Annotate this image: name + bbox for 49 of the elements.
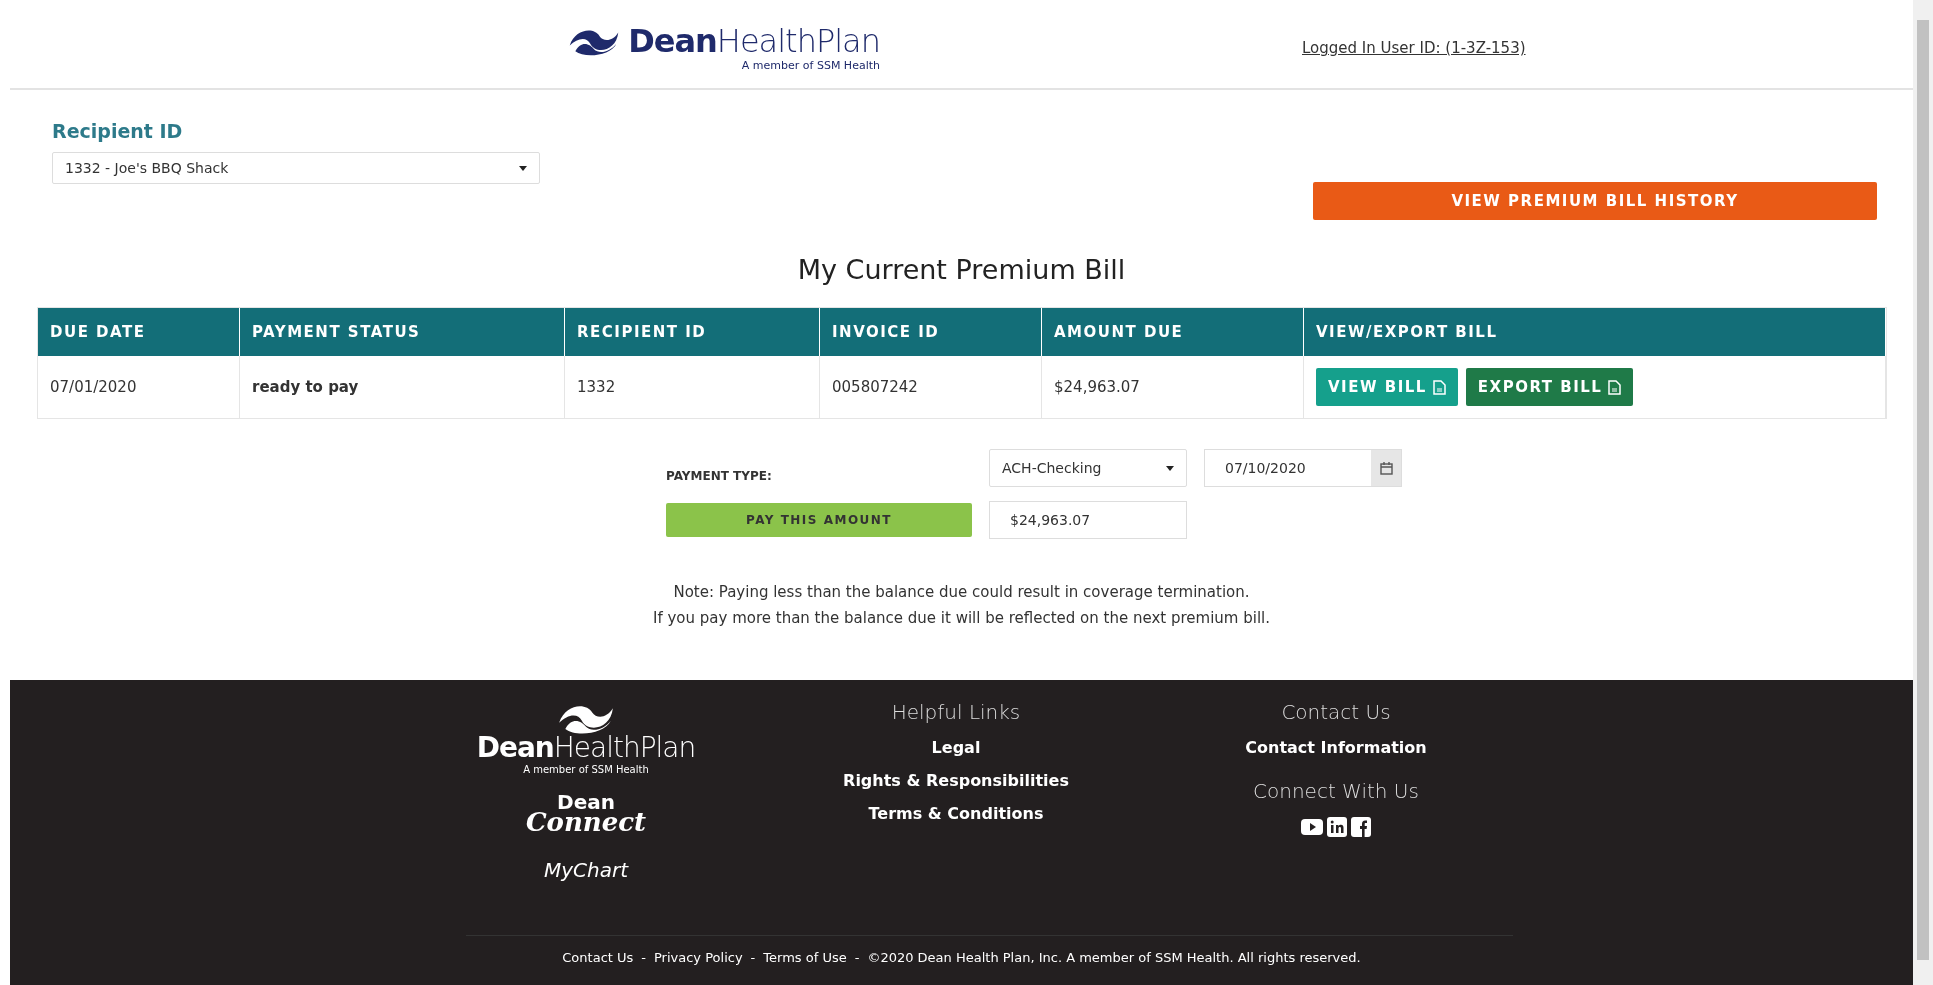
contact-heading: Contact Us <box>1281 700 1391 724</box>
table-cell: $24,963.07 <box>1042 356 1304 418</box>
connect-heading: Connect With Us <box>1253 779 1419 803</box>
column-header: RECIPIENT ID <box>565 308 820 356</box>
footer-link[interactable]: Legal <box>931 738 981 757</box>
footer-link[interactable]: Terms & Conditions <box>868 804 1044 823</box>
bottom-link[interactable]: Privacy Policy <box>654 950 743 965</box>
amount-field[interactable]: $24,963.07 <box>989 501 1187 539</box>
pay-amount-button[interactable]: PAY THIS AMOUNT <box>666 503 972 537</box>
user-id-link[interactable]: Logged In User ID: (1-3Z-153) <box>1302 39 1526 57</box>
table-cell: 005807242 <box>820 356 1042 418</box>
recipient-id-label: Recipient ID <box>52 120 184 142</box>
note-text: Note: Paying less than the balance due could result in coverage termination. <box>673 583 1250 601</box>
column-header: INVOICE ID <box>820 308 1042 356</box>
bottom-link[interactable]: Terms of Use <box>763 950 847 965</box>
youtube-icon <box>1301 817 1323 837</box>
table-cell: 1332 <box>565 356 820 418</box>
separator: - <box>854 950 860 965</box>
view-history-button[interactable]: VIEW PREMIUM BILL HISTORY <box>1313 182 1877 220</box>
column-header: AMOUNT DUE <box>1042 308 1304 356</box>
column-header: DUE DATE <box>38 308 240 356</box>
date-field[interactable]: 07/10/2020 <box>1204 449 1402 487</box>
document-icon <box>1608 379 1622 395</box>
separator: - <box>750 950 756 965</box>
dean-connect-logo: Dean Connect <box>525 793 647 835</box>
page-title: My Current Premium Bill <box>796 254 1127 285</box>
payment-type-label: PAYMENT TYPE: <box>666 468 773 483</box>
helpful-links-heading: Helpful Links <box>891 700 1021 724</box>
table-cell: ready to pay <box>240 356 565 418</box>
column-header: VIEW/EXPORT BILL <box>1304 308 1886 356</box>
bottom-link[interactable]: Contact Us <box>562 950 634 965</box>
export-bill-button[interactable]: EXPORT BILL <box>1465 368 1634 406</box>
table-cell: 07/01/2020 <box>38 356 240 418</box>
calendar-icon <box>1379 461 1393 475</box>
footer-link[interactable]: Contact Information <box>1245 738 1427 757</box>
linkedin-icon <box>1327 817 1347 837</box>
document-icon <box>1432 379 1446 395</box>
footer-link[interactable]: Rights & Responsibilities <box>843 771 1069 790</box>
mychart-logo: MyChart <box>543 858 629 883</box>
note-text: If you pay more than the balance due it will be reflected on the next premium bill. <box>653 609 1270 627</box>
separator: - <box>641 950 646 965</box>
dean-health-plan-logo: DeanHealthPlan A member of SSM Health <box>566 24 880 72</box>
column-header: PAYMENT STATUS <box>240 308 565 356</box>
scrollbar[interactable] <box>1917 20 1929 960</box>
copyright-text: ©2020 Dean Health Plan, Inc. A member of SSM Health. All rights reserved. <box>867 950 1361 965</box>
payment-type-select[interactable]: ACH-Checking <box>989 449 1187 487</box>
facebook-icon <box>1351 817 1371 837</box>
recipient-select[interactable]: 1332 - Joe's BBQ Shack <box>52 152 540 184</box>
dean-health-plan-logo: DeanHealthPlan A member of SSM Health <box>476 700 696 776</box>
